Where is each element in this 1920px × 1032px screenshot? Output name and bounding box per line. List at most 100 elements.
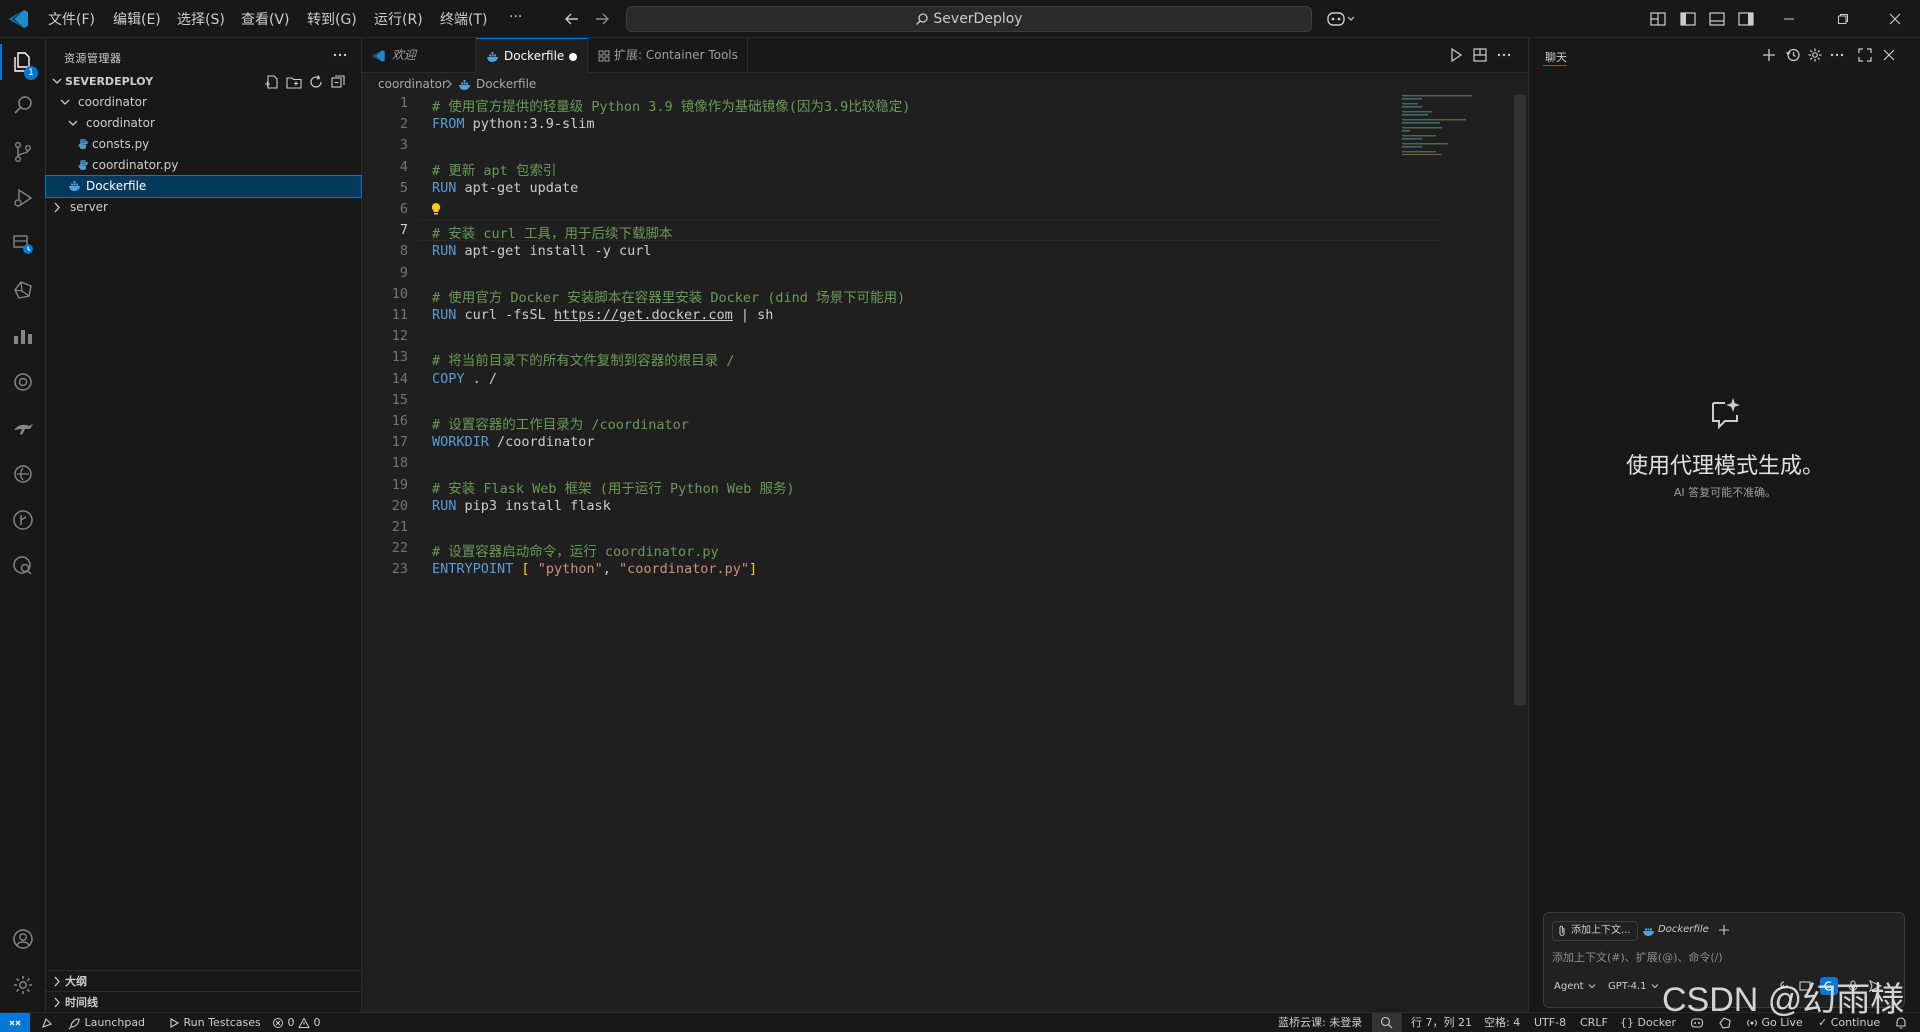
- git-graph-icon[interactable]: [11, 508, 35, 532]
- editor-scrollbar[interactable]: [1514, 95, 1526, 705]
- restore-button[interactable]: [1820, 0, 1866, 38]
- problems-item[interactable]: 0 0: [272, 1013, 321, 1032]
- lightbulb-icon[interactable]: [430, 202, 442, 216]
- collapse-all-icon[interactable]: [330, 74, 346, 90]
- charts-icon[interactable]: [11, 324, 35, 348]
- zoom-item[interactable]: [1372, 1013, 1402, 1032]
- model-dropdown[interactable]: GPT-4.1: [1608, 981, 1660, 992]
- more-actions-icon[interactable]: [1829, 47, 1845, 63]
- code-token: "python": [537, 561, 603, 578]
- more-actions-icon[interactable]: [1496, 47, 1512, 63]
- remote-search-icon[interactable]: [11, 554, 35, 578]
- menu-go[interactable]: 转到(G): [307, 9, 357, 29]
- run-debug-icon[interactable]: [11, 186, 35, 210]
- new-folder-icon[interactable]: [286, 74, 302, 90]
- add-context-button[interactable]: 添加上下文...: [1552, 921, 1638, 941]
- line-number: 5: [399, 179, 408, 196]
- code-token: curl -fsSL: [456, 307, 554, 323]
- close-window-button[interactable]: [1872, 0, 1918, 38]
- run-file-icon[interactable]: [1448, 47, 1464, 63]
- kangaroo-icon[interactable]: [11, 416, 35, 440]
- breadcrumb-file[interactable]: Dockerfile: [476, 73, 536, 95]
- workspace-root[interactable]: SEVERDEPLOY: [46, 71, 361, 92]
- eol-item[interactable]: CRLF: [1580, 1013, 1608, 1032]
- model-label: GPT-4.1: [1608, 981, 1647, 992]
- code-line: RUN pip3 install flask: [432, 498, 611, 514]
- search-icon[interactable]: [11, 94, 35, 118]
- split-editor-icon[interactable]: [1472, 47, 1488, 63]
- more-actions-icon[interactable]: [332, 47, 348, 63]
- unsaved-dot-icon[interactable]: [569, 53, 577, 61]
- extensions-icon[interactable]: [11, 278, 35, 302]
- accounts-status-icon[interactable]: [40, 1016, 54, 1030]
- tab-container-tools[interactable]: 扩展: Container Tools: [588, 38, 748, 73]
- forward-arrow-icon[interactable]: [592, 9, 612, 29]
- cursor-position-item[interactable]: 行 7，列 21: [1411, 1013, 1472, 1032]
- remote-explorer-icon[interactable]: [11, 232, 35, 256]
- minimap[interactable]: [1400, 95, 1510, 155]
- cloud-login-item[interactable]: 蓝桥云课: 未登录: [1278, 1013, 1362, 1032]
- code-token: # 将当前目录下的所有文件复制到容器的根目录 /: [432, 353, 735, 370]
- chat-title-underline: [1543, 65, 1567, 66]
- menu-file[interactable]: 文件(F): [48, 9, 95, 29]
- add-file-plus-icon[interactable]: [1718, 924, 1730, 936]
- code-editor[interactable]: 1 # 使用官方提供的轻量级 Python 3.9 镜像作为基础镜像(因为3.9比…: [362, 95, 1528, 1012]
- breadcrumb-folder[interactable]: coordinator: [378, 73, 447, 95]
- settings-gear-icon[interactable]: [1807, 47, 1823, 63]
- settings-gear-icon[interactable]: [11, 973, 35, 997]
- tree-file-consts-py[interactable]: consts.py: [46, 134, 361, 155]
- agent-mode-dropdown[interactable]: Agent: [1554, 981, 1597, 992]
- minimize-button[interactable]: [1766, 0, 1812, 38]
- copilot-icon[interactable]: [1326, 9, 1358, 29]
- context-file-chip[interactable]: Dockerfile: [1640, 921, 1713, 941]
- outline-section[interactable]: 大纲: [46, 970, 361, 991]
- menu-view[interactable]: 查看(V): [241, 9, 290, 29]
- remote-indicator[interactable]: [0, 1013, 30, 1032]
- refresh-icon[interactable]: [308, 74, 324, 90]
- toggle-primary-sidebar-icon[interactable]: [1678, 9, 1698, 29]
- indentation-item[interactable]: 空格: 4: [1484, 1013, 1520, 1032]
- menu-selection[interactable]: 选择(S): [177, 9, 225, 29]
- close-icon[interactable]: [1881, 47, 1897, 63]
- code-token: RUN: [432, 497, 457, 514]
- accounts-icon[interactable]: [11, 927, 35, 951]
- code-line: RUN curl -fsSL https://get.docker.com | …: [432, 307, 773, 323]
- customize-layout-icon[interactable]: [1648, 9, 1668, 29]
- menu-edit[interactable]: 编辑(E): [113, 9, 161, 29]
- menu-run[interactable]: 运行(R): [374, 9, 423, 29]
- encoding-item[interactable]: UTF-8: [1534, 1013, 1566, 1032]
- toggle-secondary-sidebar-icon[interactable]: [1736, 9, 1756, 29]
- container-tools-icon[interactable]: [11, 370, 35, 394]
- line-number: 14: [391, 370, 408, 387]
- live-share-icon[interactable]: [11, 462, 35, 486]
- source-control-icon[interactable]: [11, 140, 35, 164]
- timeline-section[interactable]: 时间线: [46, 991, 361, 1012]
- tree-folder-server[interactable]: server: [46, 197, 361, 218]
- history-icon[interactable]: [1785, 47, 1801, 63]
- launchpad-item[interactable]: Launchpad: [68, 1013, 145, 1032]
- maximize-icon[interactable]: [1857, 47, 1873, 63]
- code-token: # 安装 Flask Web 框架 (用于运行 Python Web 服务): [432, 480, 795, 497]
- breadcrumb: coordinator Dockerfile: [362, 73, 1528, 95]
- chat-input[interactable]: 添加上下文(#)、扩展(@)、命令(/): [1552, 949, 1723, 965]
- tree-file-dockerfile[interactable]: Dockerfile: [45, 175, 362, 198]
- toggle-panel-icon[interactable]: [1707, 9, 1727, 29]
- code-token[interactable]: https://get.docker.com: [554, 307, 733, 323]
- tab-dockerfile[interactable]: Dockerfile: [476, 38, 588, 73]
- tree-folder-coordinator-sub[interactable]: coordinator: [46, 113, 361, 134]
- title-bar: 文件(F) 编辑(E) 选择(S) 查看(V) 转到(G) 运行(R) 终端(T…: [0, 0, 1920, 38]
- tree-file-coordinator-py[interactable]: coordinator.py: [46, 155, 361, 176]
- new-file-icon[interactable]: [264, 74, 280, 90]
- line-number: 20: [391, 497, 408, 514]
- code-line: COPY . /: [432, 371, 497, 387]
- code-line: WORKDIR /coordinator: [432, 434, 595, 450]
- run-testcases-item[interactable]: Run Testcases: [168, 1013, 261, 1032]
- menu-terminal[interactable]: 终端(T): [440, 9, 487, 29]
- command-center-search[interactable]: SeverDeploy: [626, 6, 1312, 32]
- tree-folder-coordinator[interactable]: coordinator: [46, 92, 361, 113]
- menu-more[interactable]: ···: [509, 9, 522, 25]
- tab-welcome[interactable]: 欢迎: [362, 38, 476, 73]
- error-icon: [272, 1017, 284, 1029]
- back-arrow-icon[interactable]: [562, 9, 582, 29]
- new-chat-icon[interactable]: [1761, 47, 1777, 63]
